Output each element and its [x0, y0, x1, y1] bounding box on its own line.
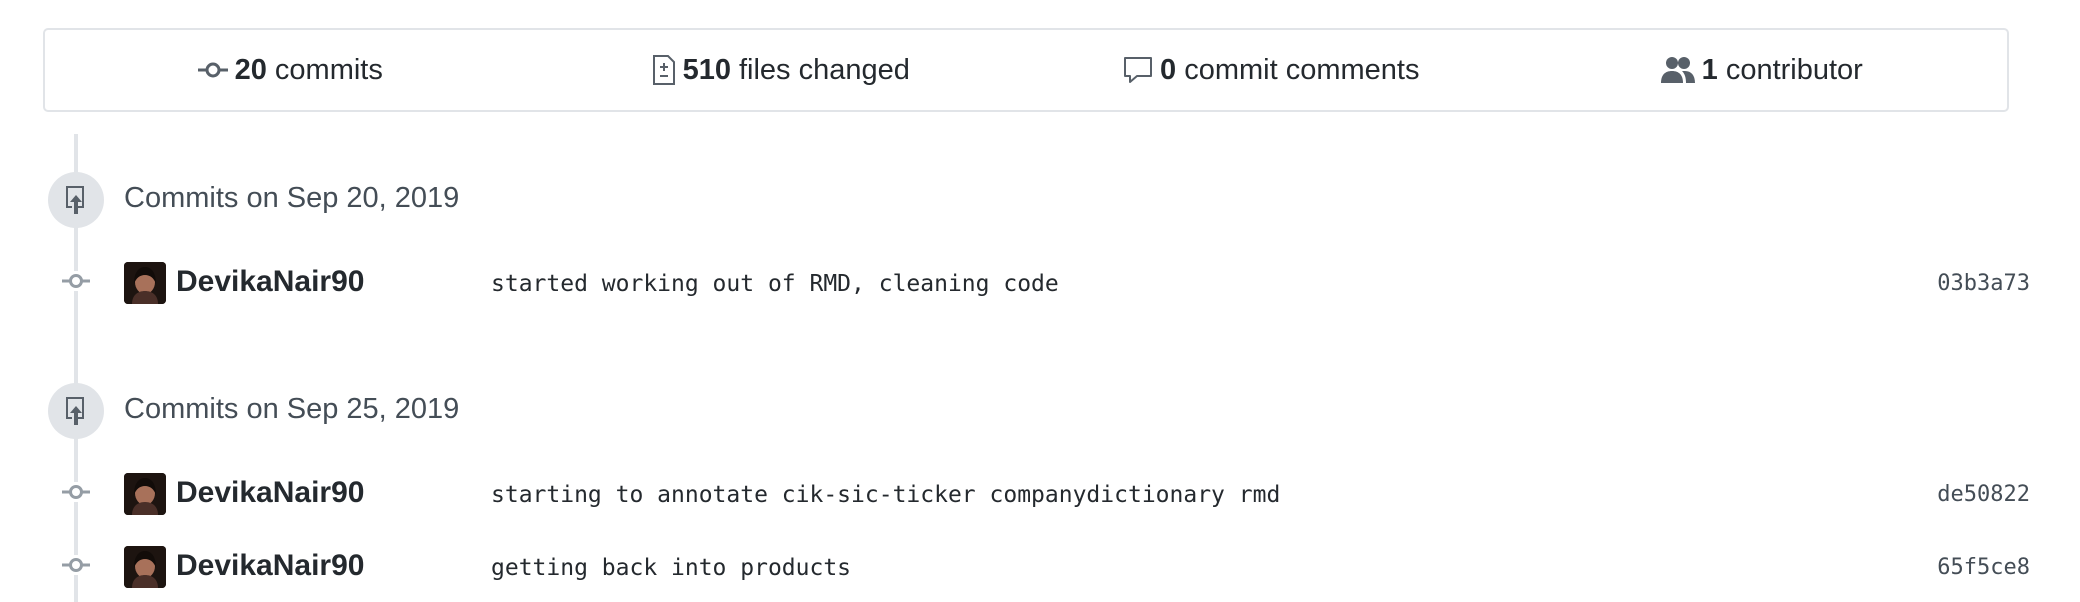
commit-message-link[interactable]: starting to annotate cik-sic-ticker comp… — [491, 481, 1280, 509]
avatar[interactable] — [124, 262, 166, 304]
day-title: Commits on Sep 20, 2019 — [124, 182, 460, 214]
contributors-label: contributor — [1725, 53, 1863, 86]
git-commit-icon — [62, 482, 90, 502]
commit-row: DevikaNair90 starting to annotate cik-si… — [0, 467, 2080, 517]
people-icon — [1660, 56, 1695, 84]
avatar[interactable] — [124, 546, 166, 588]
commit-row: DevikaNair90 getting back into products … — [0, 540, 2080, 590]
contributors-count: 1 — [1701, 53, 1718, 86]
commit-comments-label: commit comments — [1184, 53, 1420, 86]
file-diff-icon — [652, 55, 676, 85]
commit-message-link[interactable]: getting back into products — [491, 554, 851, 582]
files-changed-label: files changed — [738, 53, 910, 86]
commit-sha-link[interactable]: 03b3a73 — [1937, 270, 2030, 298]
commits-label: commits — [274, 53, 383, 86]
commit-author-link[interactable]: DevikaNair90 — [176, 548, 364, 584]
commit-comments-count: 0 — [1160, 53, 1177, 86]
commits-count: 20 — [234, 53, 267, 86]
repo-push-icon — [48, 172, 104, 228]
comment-icon — [1123, 55, 1153, 85]
git-commit-icon — [62, 555, 90, 575]
commit-sha-link[interactable]: 65f5ce8 — [1937, 554, 2030, 582]
repo-push-icon — [48, 383, 104, 439]
day-title: Commits on Sep 25, 2019 — [124, 393, 460, 425]
commit-sha-link[interactable]: de50822 — [1937, 481, 2030, 509]
git-commit-icon — [62, 271, 90, 291]
commit-author-link[interactable]: DevikaNair90 — [176, 264, 364, 300]
contributors-tab[interactable]: 1 contributor — [1517, 54, 2008, 87]
commit-author-link[interactable]: DevikaNair90 — [176, 475, 364, 511]
compare-summary-bar: 20 commits 510 files changed 0 commit co… — [43, 28, 2009, 112]
files-changed-count: 510 — [682, 53, 731, 86]
git-commit-icon — [197, 60, 228, 80]
files-changed-tab[interactable]: 510 files changed — [536, 54, 1027, 87]
commit-row: DevikaNair90 started working out of RMD,… — [0, 256, 2080, 306]
commits-tab[interactable]: 20 commits — [45, 54, 536, 87]
avatar[interactable] — [124, 473, 166, 515]
commit-message-link[interactable]: started working out of RMD, cleaning cod… — [491, 270, 1059, 298]
commit-comments-tab[interactable]: 0 commit comments — [1026, 54, 1517, 87]
